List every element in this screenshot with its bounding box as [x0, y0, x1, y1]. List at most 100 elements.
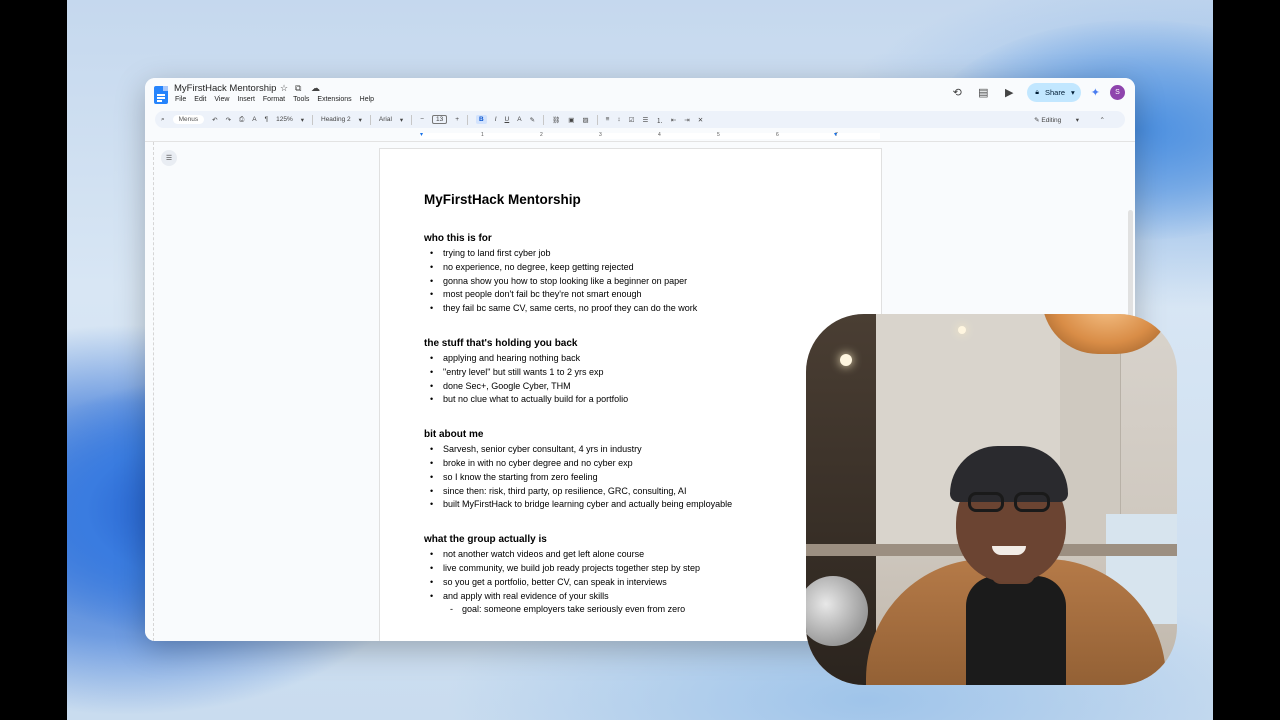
print-icon[interactable]: ⎙	[239, 116, 244, 124]
section-heading[interactable]: who this is for	[424, 233, 844, 244]
bullet-list: not another watch videos and get left al…	[424, 548, 844, 617]
list-item[interactable]: trying to land first cyber job	[424, 247, 844, 261]
spellcheck-icon[interactable]: A	[252, 116, 256, 123]
list-item[interactable]: "entry level" but still wants 1 to 2 yrs…	[424, 366, 844, 380]
bullet-list: Sarvesh, senior cyber consultant, 4 yrs …	[424, 443, 844, 512]
menu-edit[interactable]: Edit	[194, 96, 206, 103]
paint-format-icon[interactable]: ¶	[265, 116, 269, 123]
increase-indent-icon[interactable]: ⇥	[684, 116, 689, 124]
collapse-toolbar-icon[interactable]: ⌃	[1100, 116, 1105, 124]
toolbar-divider	[411, 114, 413, 125]
checklist-icon[interactable]: ☑	[629, 116, 635, 124]
menu-tools[interactable]: Tools	[293, 96, 309, 103]
menu-view[interactable]: View	[214, 96, 229, 103]
list-item[interactable]: but no clue what to actually build for a…	[424, 393, 844, 407]
add-comment-icon[interactable]: ▣	[568, 116, 574, 124]
list-item[interactable]: live community, we build job ready proje…	[424, 562, 844, 576]
list-item[interactable]: not another watch videos and get left al…	[424, 548, 844, 562]
list-item[interactable]: built MyFirstHack to bridge learning cyb…	[424, 498, 844, 512]
sub-list-item[interactable]: goal: someone employers take seriously e…	[424, 603, 844, 617]
outline-icon[interactable]: ☰	[161, 150, 177, 166]
docs-logo-icon[interactable]	[154, 86, 168, 104]
align-icon[interactable]: ≡	[606, 116, 610, 123]
menu-help[interactable]: Help	[360, 96, 374, 103]
webcam-person-mouth	[992, 546, 1026, 555]
ruler-number: 3	[599, 132, 602, 138]
increase-font-icon[interactable]: +	[455, 116, 459, 123]
share-label: Share	[1045, 88, 1066, 97]
avatar[interactable]: S	[1110, 85, 1125, 100]
ruler-number: 2	[540, 132, 543, 138]
ruler-number: 5	[717, 132, 720, 138]
style-select[interactable]: Heading 2	[321, 116, 351, 123]
list-item[interactable]: gonna show you how to stop looking like …	[424, 275, 844, 289]
menu-format[interactable]: Format	[263, 96, 285, 103]
formatting-toolbar: ⌕ Menus ↶ ↷ ⎙ A ¶ 125% ▾ Heading 2 ▾ Ari…	[155, 111, 1125, 128]
meet-video-icon[interactable]: ▶	[1001, 86, 1017, 99]
underline-icon[interactable]: U	[505, 116, 510, 123]
redo-icon[interactable]: ↷	[226, 116, 231, 124]
bullet-list: applying and hearing nothing back "entry…	[424, 352, 844, 407]
document-title[interactable]: MyFirstHack Mentorship	[174, 83, 276, 94]
bold-icon[interactable]: B	[476, 115, 487, 124]
list-item[interactable]: they fail bc same CV, same certs, no pro…	[424, 302, 844, 316]
share-dropdown-icon[interactable]: ▾	[1071, 88, 1075, 97]
section-heading[interactable]: the stuff that's holding you back	[424, 338, 844, 349]
highlight-icon[interactable]: ✎	[530, 116, 535, 124]
webcam-ceiling-light	[958, 326, 966, 334]
star-icon[interactable]: ☆	[280, 83, 288, 94]
list-item[interactable]: broke in with no cyber degree and no cyb…	[424, 457, 844, 471]
zoom-dropdown-icon[interactable]: ▾	[301, 116, 304, 124]
search-icon[interactable]: ⌕	[161, 116, 165, 124]
list-item[interactable]: Sarvesh, senior cyber consultant, 4 yrs …	[424, 443, 844, 457]
insert-image-icon[interactable]: ▨	[582, 116, 588, 124]
link-icon[interactable]: ⛓	[552, 116, 560, 124]
decrease-font-icon[interactable]: −	[420, 116, 424, 123]
list-item[interactable]: no experience, no degree, keep getting r…	[424, 261, 844, 275]
list-item[interactable]: most people don't fail bc they're not sm…	[424, 288, 844, 302]
vertical-ruler	[153, 142, 156, 641]
version-history-icon[interactable]: ⟲	[949, 86, 965, 99]
webcam-person-shirt	[966, 576, 1066, 685]
text-color-icon[interactable]: A	[517, 116, 521, 123]
menu-extensions[interactable]: Extensions	[317, 96, 351, 103]
bulleted-list-icon[interactable]: ☰	[642, 116, 648, 124]
clear-formatting-icon[interactable]: ✕	[698, 116, 703, 124]
webcam-ceiling-light	[840, 354, 852, 366]
undo-icon[interactable]: ↶	[212, 116, 217, 124]
decrease-indent-icon[interactable]: ⇤	[671, 116, 676, 124]
menus-search[interactable]: Menus	[172, 115, 205, 124]
toolbar-divider	[467, 114, 469, 125]
webcam-overlay	[806, 314, 1177, 685]
line-spacing-icon[interactable]: ↕	[617, 116, 620, 123]
list-item[interactable]: so you get a portfolio, better CV, can s…	[424, 576, 844, 590]
italic-icon[interactable]: I	[495, 116, 497, 123]
list-item[interactable]: so I know the starting from zero feeling	[424, 471, 844, 485]
list-item[interactable]: since then: risk, third party, op resili…	[424, 485, 844, 499]
style-dropdown-icon[interactable]: ▾	[359, 116, 362, 124]
header-actions: ⟲ ▤ ▶ 🔒︎ Share ▾ ✦ S	[949, 83, 1125, 102]
list-item[interactable]: done Sec+, Google Cyber, THM	[424, 380, 844, 394]
menu-file[interactable]: File	[175, 96, 186, 103]
list-item[interactable]: applying and hearing nothing back	[424, 352, 844, 366]
font-size-input[interactable]: 13	[431, 115, 448, 124]
doc-heading[interactable]: MyFirstHack Mentorship	[424, 192, 844, 207]
section-heading[interactable]: what the group actually is	[424, 534, 844, 545]
comments-icon[interactable]: ▤	[975, 86, 991, 99]
toolbar-divider	[312, 114, 313, 125]
left-indent-marker-icon[interactable]: ▾	[420, 131, 423, 138]
zoom-select[interactable]: 125%	[276, 116, 293, 123]
font-dropdown-icon[interactable]: ▾	[400, 116, 403, 124]
font-select[interactable]: Arial	[379, 116, 392, 123]
share-button[interactable]: 🔒︎ Share ▾	[1027, 83, 1081, 102]
editing-mode-select[interactable]: ✎ Editing ▾	[1034, 116, 1079, 124]
menu-insert[interactable]: Insert	[237, 96, 255, 103]
ruler-number: 4	[658, 132, 661, 138]
list-item[interactable]: and apply with real evidence of your ski…	[424, 590, 844, 604]
section-heading[interactable]: bit about me	[424, 429, 844, 440]
numbered-list-icon[interactable]: ⒈	[656, 115, 663, 125]
right-indent-marker-icon[interactable]: ▾	[834, 131, 837, 138]
move-folder-icon[interactable]: ⧉	[295, 83, 301, 94]
bullet-list: trying to land first cyber job no experi…	[424, 247, 844, 316]
gemini-icon[interactable]: ✦	[1091, 86, 1100, 99]
